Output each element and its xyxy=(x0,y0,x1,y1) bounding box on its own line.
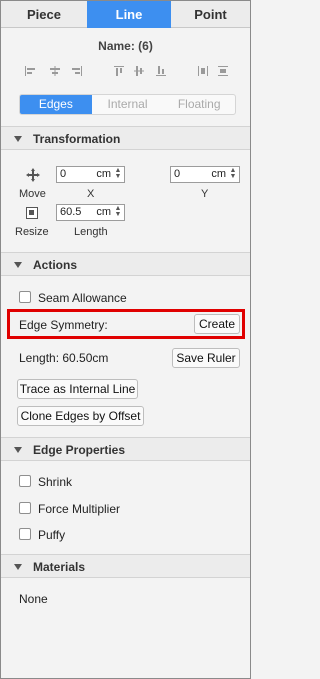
segment-floating[interactable]: Floating xyxy=(163,95,235,114)
tab-point[interactable]: Point xyxy=(171,1,250,28)
move-icon xyxy=(26,168,40,182)
align-top-icon[interactable] xyxy=(112,63,126,79)
collapse-triangle-icon xyxy=(14,447,22,453)
section-title: Transformation xyxy=(33,132,121,146)
align-bottom-icon[interactable] xyxy=(154,63,168,79)
distribute-h-icon[interactable] xyxy=(196,63,210,79)
force-multiplier-checkbox[interactable] xyxy=(19,502,31,514)
stepper-icon[interactable]: ▲ ▼ xyxy=(229,167,237,181)
puffy-label: Puffy xyxy=(38,528,66,542)
resize-label: Resize xyxy=(15,226,49,238)
stepper-icon[interactable]: ▲ ▼ xyxy=(114,167,122,181)
save-ruler-button[interactable]: Save Ruler xyxy=(172,348,240,368)
length-input[interactable]: 60.5 cm ▲ ▼ xyxy=(56,204,125,221)
align-center-v-icon[interactable] xyxy=(132,63,146,79)
line-properties-panel: Piece Line Point Name: (6) Edges Interna… xyxy=(0,0,251,679)
edge-symmetry-label: Edge Symmetry: xyxy=(19,318,108,332)
resize-icon xyxy=(26,207,38,219)
align-right-icon[interactable] xyxy=(70,63,84,79)
segment-edges[interactable]: Edges xyxy=(20,95,92,114)
force-multiplier-label: Force Multiplier xyxy=(38,502,121,516)
length-readout: Length: 60.50cm xyxy=(19,351,109,365)
trace-internal-line-button[interactable]: Trace as Internal Line xyxy=(17,379,138,399)
selection-name: Name: (6) xyxy=(98,39,153,53)
create-button[interactable]: Create xyxy=(194,314,240,334)
section-actions[interactable]: Actions xyxy=(1,252,250,276)
align-center-h-icon[interactable] xyxy=(48,63,62,79)
collapse-triangle-icon xyxy=(14,136,22,142)
section-title: Materials xyxy=(33,560,86,574)
shrink-checkbox[interactable] xyxy=(19,475,31,487)
stepper-icon[interactable]: ▲ ▼ xyxy=(114,205,122,219)
y-label: Y xyxy=(201,188,209,200)
collapse-triangle-icon xyxy=(14,564,22,570)
section-materials[interactable]: Materials xyxy=(1,554,250,578)
move-label: Move xyxy=(19,188,46,200)
tab-line[interactable]: Line xyxy=(87,1,171,28)
object-type-tabs: Piece Line Point xyxy=(1,1,250,28)
puffy-checkbox[interactable] xyxy=(19,528,31,540)
distribute-v-icon[interactable] xyxy=(216,63,230,79)
line-type-segmented-control: Edges Internal Floating xyxy=(19,94,236,115)
collapse-triangle-icon xyxy=(14,262,22,268)
section-transformation[interactable]: Transformation xyxy=(1,126,250,150)
section-title: Edge Properties xyxy=(33,443,126,457)
shrink-label: Shrink xyxy=(38,475,73,489)
section-edge-properties[interactable]: Edge Properties xyxy=(1,437,250,461)
clone-edges-button[interactable]: Clone Edges by Offset xyxy=(17,406,144,426)
seam-allowance-label: Seam Allowance xyxy=(38,291,127,305)
tab-piece[interactable]: Piece xyxy=(1,1,87,28)
length-label: Length xyxy=(74,226,108,238)
segment-internal[interactable]: Internal xyxy=(92,95,164,114)
alignment-toolbar xyxy=(23,63,233,79)
section-title: Actions xyxy=(33,258,78,272)
seam-allowance-checkbox[interactable] xyxy=(19,291,31,303)
y-input[interactable]: 0 cm ▲ ▼ xyxy=(170,166,240,183)
x-label: X xyxy=(87,188,95,200)
align-left-icon[interactable] xyxy=(23,63,37,79)
x-input[interactable]: 0 cm ▲ ▼ xyxy=(56,166,125,183)
materials-value: None xyxy=(19,592,48,606)
